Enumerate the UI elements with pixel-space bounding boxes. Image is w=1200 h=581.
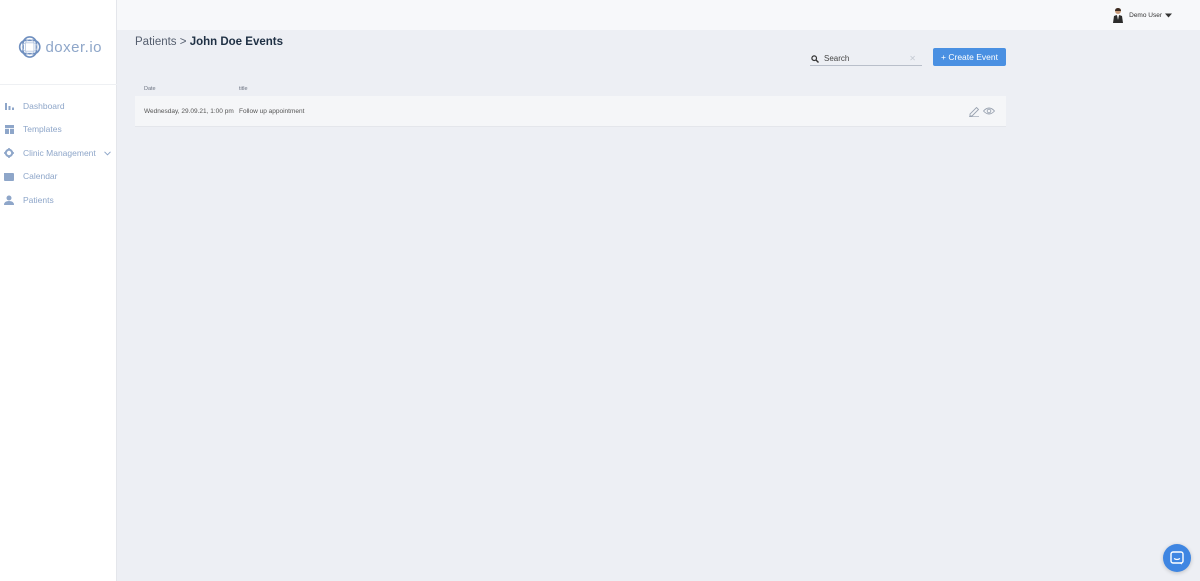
sidebar-item-calendar[interactable]: Calendar	[0, 165, 117, 189]
search-icon	[811, 54, 819, 63]
avatar	[1113, 8, 1124, 23]
create-event-button[interactable]: + Create Event	[933, 48, 1006, 66]
event-title: Follow up appointment	[239, 108, 305, 115]
sidebar-item-label: Patients	[23, 194, 54, 205]
user-menu[interactable]: Demo User	[1111, 7, 1172, 23]
clear-icon[interactable]: ✕	[909, 54, 916, 63]
chat-launcher-button[interactable]	[1163, 544, 1191, 572]
bar-chart-icon	[4, 101, 14, 111]
page-title: John Doe Events	[189, 36, 283, 48]
logo-icon	[18, 36, 41, 58]
sidebar: doxer.io Dashboard Templates Clinic Mana…	[0, 0, 117, 581]
logo-text: doxer.io	[45, 38, 102, 56]
top-bar: Demo User	[117, 0, 1200, 30]
chevron-down-icon	[1165, 13, 1172, 17]
column-header-title[interactable]: title	[239, 86, 248, 92]
sidebar-item-label: Clinic Management	[23, 147, 96, 158]
sidebar-nav: Dashboard Templates Clinic Management Ca…	[0, 94, 117, 212]
table-row[interactable]: Wednesday, 29.09.21, 1:00 pm Follow up a…	[135, 96, 1006, 127]
gear-icon	[4, 147, 14, 158]
event-date: Wednesday, 29.09.21, 1:00 pm	[144, 108, 234, 115]
breadcrumb-separator: >	[179, 36, 187, 48]
sidebar-item-patients[interactable]: Patients	[0, 188, 117, 212]
person-icon	[4, 195, 14, 205]
search-input[interactable]	[824, 54, 904, 63]
doxer-logo[interactable]: doxer.io	[18, 32, 102, 62]
sidebar-item-clinic-management[interactable]: Clinic Management	[0, 141, 117, 165]
user-name: Demo User	[1129, 11, 1162, 19]
sidebar-item-label: Templates	[23, 124, 62, 135]
chat-icon	[1170, 551, 1184, 565]
breadcrumb: Patients > John Doe Events	[135, 36, 283, 48]
table-header: Date title	[135, 82, 1006, 96]
sidebar-divider	[0, 84, 117, 85]
calendar-icon	[4, 171, 14, 181]
breadcrumb-parent[interactable]: Patients	[135, 36, 177, 48]
events-table: Date title Wednesday, 29.09.21, 1:00 pm …	[135, 82, 1006, 127]
column-header-date[interactable]: Date	[144, 86, 156, 92]
sidebar-item-label: Dashboard	[23, 100, 65, 111]
search-box: ✕	[810, 52, 922, 66]
sidebar-item-dashboard[interactable]: Dashboard	[0, 94, 117, 118]
sidebar-item-label: Calendar	[23, 171, 58, 182]
edit-icon[interactable]	[968, 105, 980, 117]
sidebar-item-templates[interactable]: Templates	[0, 118, 117, 142]
chevron-down-icon[interactable]	[103, 148, 111, 158]
grid-icon	[4, 124, 14, 134]
eye-icon[interactable]	[983, 106, 995, 116]
